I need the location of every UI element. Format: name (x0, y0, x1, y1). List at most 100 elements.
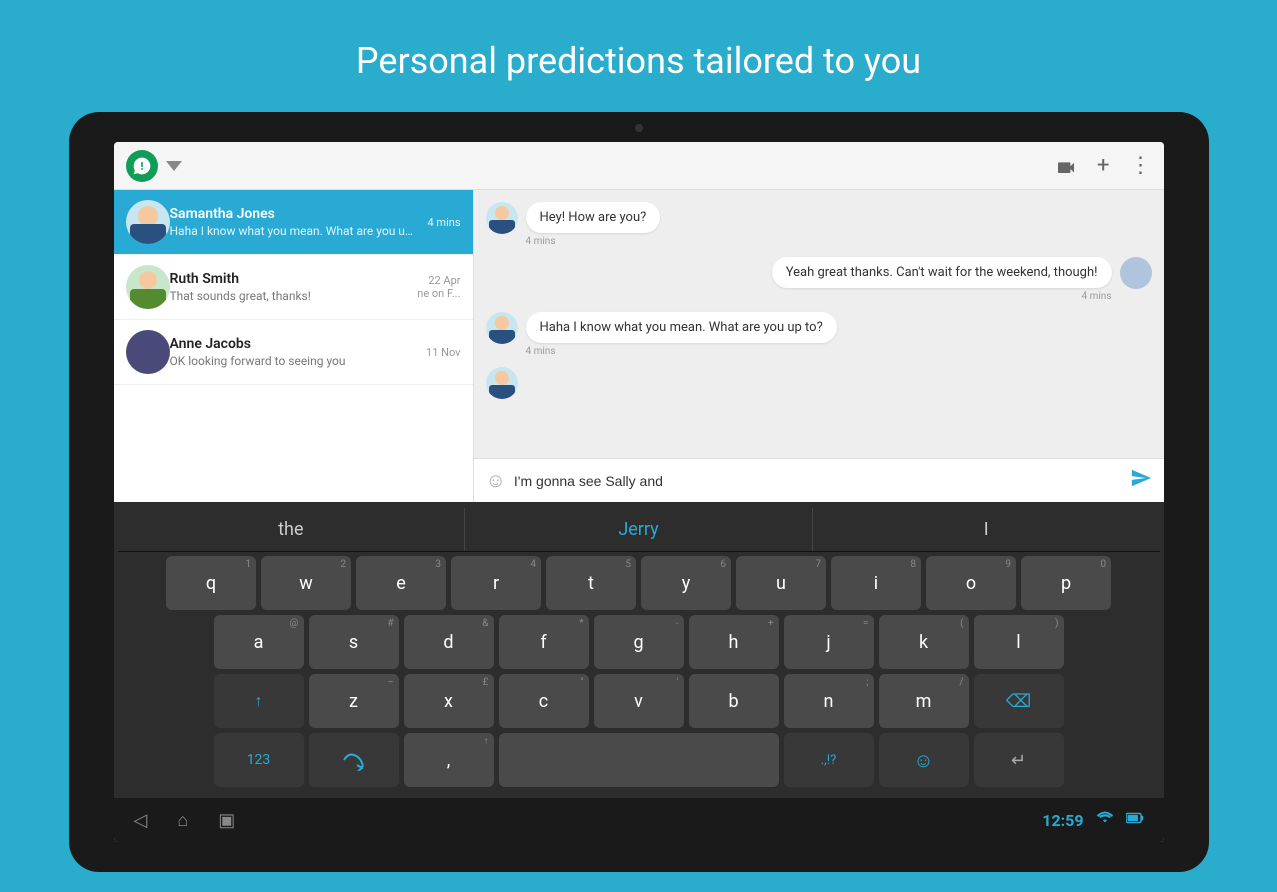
nav-recent-icon[interactable]: ▣ (218, 810, 235, 831)
message-avatar-3 (486, 312, 518, 344)
keyboard-row-2: @a #s &d *f -g +h =j (k )l (118, 615, 1160, 669)
key-p[interactable]: 0p (1021, 556, 1111, 610)
message-row-3: Haha I know what you mean. What are you … (486, 312, 1152, 357)
key-u[interactable]: 7u (736, 556, 826, 610)
chat-input-field[interactable] (514, 473, 1122, 489)
contact-message-anne: OK looking forward to seeing you (170, 354, 419, 368)
message-bubble-wrapper-2: Yeah great thanks. Can't wait for the we… (772, 257, 1112, 302)
key-h[interactable]: +h (689, 615, 779, 669)
keyboard: the Jerry I 1q 2w 3e 4r 5t 6y 7u 8i 9o 0… (114, 502, 1164, 798)
chat-messages: Hey! How are you? 4 mins Yeah great than… (474, 190, 1164, 458)
hangouts-logo (126, 150, 158, 182)
video-call-icon[interactable] (1055, 154, 1077, 178)
nav-home-icon[interactable]: ⌂ (177, 810, 188, 831)
contact-time-samantha: 4 mins (428, 216, 461, 229)
message-time-2: 4 mins (772, 291, 1112, 302)
key-123[interactable]: 123 (214, 733, 304, 787)
contact-time2-ruth: ne on F... (417, 287, 460, 300)
key-t[interactable]: 5t (546, 556, 636, 610)
message-avatar-2 (1120, 257, 1152, 289)
key-n[interactable]: ;n (784, 674, 874, 728)
app-header: + ⋮ (114, 142, 1164, 190)
key-l[interactable]: )l (974, 615, 1064, 669)
more-options-icon[interactable]: ⋮ (1130, 153, 1152, 178)
send-button[interactable] (1130, 467, 1152, 494)
contact-name-samantha: Samantha Jones (170, 206, 420, 222)
tablet-device: + ⋮ Samantha Jones Haha I know what you … (69, 112, 1209, 872)
prediction-bar: the Jerry I (118, 508, 1160, 552)
chat-input-bar: ☺ (474, 458, 1164, 502)
contact-message-ruth: That sounds great, thanks! (170, 289, 410, 303)
contact-time-ruth: 22 Apr (428, 274, 460, 287)
nav-right: 12:59 (1042, 811, 1143, 830)
key-r[interactable]: 4r (451, 556, 541, 610)
key-enter[interactable]: ↵ (974, 733, 1064, 787)
message-text-2: Yeah great thanks. Can't wait for the we… (772, 257, 1112, 288)
key-backspace[interactable]: ⌫ (974, 674, 1064, 728)
contacts-sidebar: Samantha Jones Haha I know what you mean… (114, 190, 474, 502)
key-f[interactable]: *f (499, 615, 589, 669)
keyboard-row-3: ↑ −z £x "c 'v b ;n /m ⌫ (118, 674, 1160, 728)
contact-name-ruth: Ruth Smith (170, 271, 410, 287)
key-e[interactable]: 3e (356, 556, 446, 610)
key-emoji[interactable]: ☺ (879, 733, 969, 787)
prediction-jerry[interactable]: Jerry (465, 508, 813, 551)
contact-message-samantha: Haha I know what you mean. What are you … (170, 224, 420, 238)
contact-name-anne: Anne Jacobs (170, 336, 419, 352)
page-title: Personal predictions tailored to you (356, 40, 921, 82)
keyboard-row-1: 1q 2w 3e 4r 5t 6y 7u 8i 9o 0p (118, 556, 1160, 610)
nav-left: ◁ ⌂ ▣ (134, 810, 236, 831)
contact-item-samantha[interactable]: Samantha Jones Haha I know what you mean… (114, 190, 473, 255)
message-time-3: 4 mins (526, 346, 837, 357)
key-z[interactable]: −z (309, 674, 399, 728)
key-d[interactable]: &d (404, 615, 494, 669)
key-g[interactable]: -g (594, 615, 684, 669)
tablet-screen: + ⋮ Samantha Jones Haha I know what you … (114, 142, 1164, 842)
key-swipe[interactable] (309, 733, 399, 787)
prediction-i[interactable]: I (813, 508, 1160, 551)
keyboard-row-4: 123 ↑, .,!? ☺ ↵ (118, 733, 1160, 787)
contact-item-ruth[interactable]: Ruth Smith That sounds great, thanks! 22… (114, 255, 473, 320)
contact-time-anne: 11 Nov (426, 346, 460, 359)
key-q[interactable]: 1q (166, 556, 256, 610)
message-avatar-4 (486, 367, 518, 399)
nav-time: 12:59 (1042, 811, 1083, 830)
contact-meta-ruth: 22 Apr ne on F... (409, 274, 460, 300)
key-space[interactable] (499, 733, 779, 787)
contact-meta-anne: 11 Nov (418, 346, 460, 359)
chat-area: Hey! How are you? 4 mins Yeah great than… (474, 190, 1164, 502)
message-text-1: Hey! How are you? (526, 202, 661, 233)
key-k[interactable]: (k (879, 615, 969, 669)
add-contact-icon[interactable]: + (1097, 153, 1109, 178)
key-shift[interactable]: ↑ (214, 674, 304, 728)
key-c[interactable]: "c (499, 674, 589, 728)
key-b[interactable]: b (689, 674, 779, 728)
nav-battery-icon (1126, 812, 1144, 828)
key-s[interactable]: #s (309, 615, 399, 669)
contact-meta-samantha: 4 mins (420, 216, 461, 229)
header-icons: + ⋮ (1055, 153, 1151, 178)
key-j[interactable]: =j (784, 615, 874, 669)
message-row-1: Hey! How are you? 4 mins (486, 202, 1152, 247)
contact-item-anne[interactable]: Anne Jacobs OK looking forward to seeing… (114, 320, 473, 385)
key-o[interactable]: 9o (926, 556, 1016, 610)
key-x[interactable]: £x (404, 674, 494, 728)
nav-wifi-icon (1096, 811, 1114, 829)
key-i[interactable]: 8i (831, 556, 921, 610)
key-a[interactable]: @a (214, 615, 304, 669)
nav-bar: ◁ ⌂ ▣ 12:59 (114, 798, 1164, 842)
key-v[interactable]: 'v (594, 674, 684, 728)
contact-info-ruth: Ruth Smith That sounds great, thanks! (170, 271, 410, 303)
message-text-3: Haha I know what you mean. What are you … (526, 312, 837, 343)
key-w[interactable]: 2w (261, 556, 351, 610)
message-time-1: 4 mins (526, 236, 661, 247)
avatar-ruth (126, 265, 170, 309)
prediction-the[interactable]: the (118, 508, 466, 551)
message-bubble-1: Hey! How are you? 4 mins (526, 202, 661, 247)
key-punctuation[interactable]: .,!? (784, 733, 874, 787)
nav-back-icon[interactable]: ◁ (134, 810, 148, 831)
emoji-button[interactable]: ☺ (486, 468, 506, 493)
key-y[interactable]: 6y (641, 556, 731, 610)
key-m[interactable]: /m (879, 674, 969, 728)
key-comma[interactable]: ↑, (404, 733, 494, 787)
